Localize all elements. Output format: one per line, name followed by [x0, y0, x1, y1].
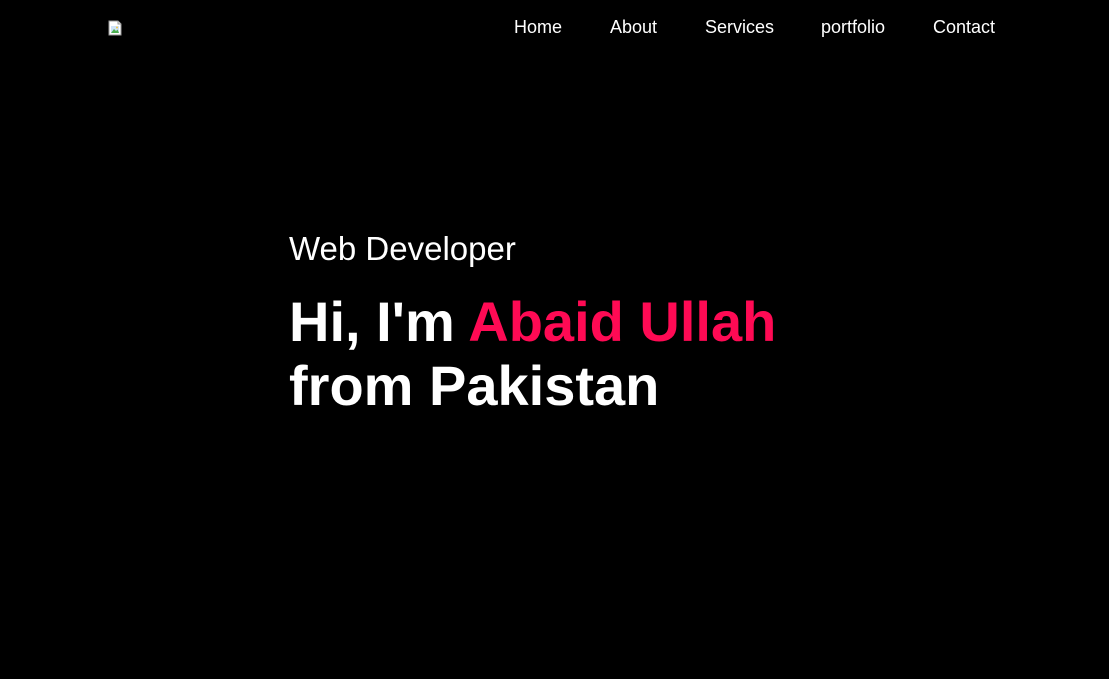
hero-greeting: Hi, I'm: [289, 290, 455, 353]
nav-link-about[interactable]: About: [610, 16, 657, 38]
nav-link-home[interactable]: Home: [514, 16, 562, 38]
nav-link-portfolio[interactable]: portfolio: [821, 16, 885, 38]
hero-section: Web Developer Hi, I'm Abaid Ullah from P…: [289, 228, 929, 418]
hero-name: Abaid Ullah: [468, 290, 777, 353]
navbar: Home About Services portfolio Contact: [0, 0, 1109, 56]
page: Home About Services portfolio Contact We…: [0, 0, 1109, 679]
nav-link-contact[interactable]: Contact: [933, 16, 995, 38]
nav-link-services[interactable]: Services: [705, 16, 774, 38]
hero-location: from Pakistan: [289, 354, 660, 417]
hero-title: Hi, I'm Abaid Ullah from Pakistan: [289, 290, 929, 418]
main-nav: Home About Services portfolio Contact: [0, 16, 1109, 40]
hero-subtitle: Web Developer: [289, 230, 516, 267]
